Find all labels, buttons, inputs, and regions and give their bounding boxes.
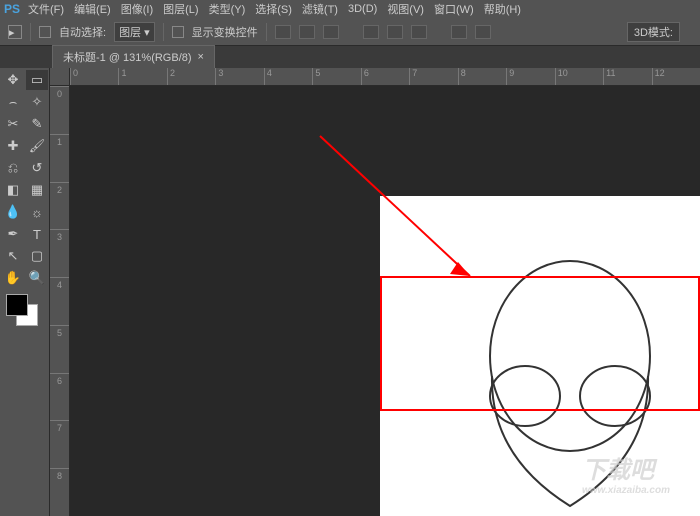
zoom-tool-icon[interactable]: 🔍: [26, 268, 48, 288]
color-swatches[interactable]: [2, 294, 46, 334]
options-bar: ▸ 自动选择: 图层 ▾ 显示变换控件: [0, 18, 700, 46]
align-hcenter-icon[interactable]: [387, 25, 403, 39]
menu-help[interactable]: 帮助(H): [484, 1, 521, 17]
marquee-tool-icon[interactable]: ▭: [26, 70, 48, 90]
document-tab-bar: 未标题-1 @ 131%(RGB/8) ×: [0, 46, 700, 68]
menu-filter[interactable]: 滤镜(T): [302, 1, 338, 17]
align-right-icon[interactable]: [411, 25, 427, 39]
annotation-arrow: [310, 126, 490, 296]
workspace: ✥ ▭ ⌢ ✧ ✂ ✎ ✚ 🖌 ⎌ ↺ ◧ ▦ 💧 ☼ ✒ T ↖ ▢ ✋ 🔍: [0, 68, 700, 516]
toolbox: ✥ ▭ ⌢ ✧ ✂ ✎ ✚ 🖌 ⎌ ↺ ◧ ▦ 💧 ☼ ✒ T ↖ ▢ ✋ 🔍: [0, 68, 50, 516]
menu-view[interactable]: 视图(V): [387, 1, 424, 17]
type-tool-icon[interactable]: T: [26, 224, 48, 244]
move-tool-icon: ▸: [8, 25, 22, 39]
foreground-color-swatch[interactable]: [6, 294, 28, 316]
show-transform-label: 显示变换控件: [192, 24, 258, 40]
app-logo: PS: [4, 2, 20, 16]
dodge-tool-icon[interactable]: ☼: [26, 202, 48, 222]
ruler-vertical[interactable]: 012345678: [50, 86, 70, 516]
crop-tool-icon[interactable]: ✂: [2, 114, 24, 134]
blur-tool-icon[interactable]: 💧: [2, 202, 24, 222]
distribute-h-icon[interactable]: [451, 25, 467, 39]
path-tool-icon[interactable]: ↖: [2, 246, 24, 266]
show-transform-checkbox[interactable]: [172, 26, 184, 38]
move-tool-icon[interactable]: ✥: [2, 70, 24, 90]
distribute-v-icon[interactable]: [475, 25, 491, 39]
align-top-icon[interactable]: [275, 25, 291, 39]
menu-bar: PS 文件(F) 编辑(E) 图像(I) 图层(L) 类型(Y) 选择(S) 滤…: [0, 0, 700, 18]
eraser-tool-icon[interactable]: ◧: [2, 180, 24, 200]
menu-window[interactable]: 窗口(W): [434, 1, 474, 17]
canvas-area: 0123456789101112 012345678: [50, 68, 700, 516]
wand-tool-icon[interactable]: ✧: [26, 92, 48, 112]
align-bottom-icon[interactable]: [323, 25, 339, 39]
menu-image[interactable]: 图像(I): [121, 1, 153, 17]
history-brush-icon[interactable]: ↺: [26, 158, 48, 178]
align-vcenter-icon[interactable]: [299, 25, 315, 39]
pen-tool-icon[interactable]: ✒: [2, 224, 24, 244]
auto-select-label: 自动选择:: [59, 24, 106, 40]
separator: [30, 23, 31, 41]
menu-3d[interactable]: 3D(D): [348, 3, 377, 15]
separator: [163, 23, 164, 41]
watermark: 下载吧 www.xiazaiba.com: [582, 450, 670, 496]
annotation-rectangle: [380, 276, 700, 411]
menu-type[interactable]: 类型(Y): [209, 1, 246, 17]
heal-tool-icon[interactable]: ✚: [2, 136, 24, 156]
auto-select-checkbox[interactable]: [39, 26, 51, 38]
eyedropper-tool-icon[interactable]: ✎: [26, 114, 48, 134]
auto-select-dropdown[interactable]: 图层 ▾: [114, 22, 155, 42]
shape-tool-icon[interactable]: ▢: [26, 246, 48, 266]
align-left-icon[interactable]: [363, 25, 379, 39]
mode3d-dropdown[interactable]: 3D模式:: [627, 22, 680, 42]
stamp-tool-icon[interactable]: ⎌: [2, 158, 24, 178]
document-tab[interactable]: 未标题-1 @ 131%(RGB/8) ×: [52, 45, 215, 68]
menu-layer[interactable]: 图层(L): [163, 1, 198, 17]
separator: [266, 23, 267, 41]
menu-select[interactable]: 选择(S): [255, 1, 292, 17]
brush-tool-icon[interactable]: 🖌: [26, 136, 48, 156]
ruler-horizontal[interactable]: 0123456789101112: [70, 68, 700, 86]
ruler-corner: [50, 68, 70, 86]
close-icon[interactable]: ×: [198, 51, 204, 63]
menu-edit[interactable]: 编辑(E): [74, 1, 111, 17]
menu-file[interactable]: 文件(F): [28, 1, 64, 17]
lasso-tool-icon[interactable]: ⌢: [2, 92, 24, 112]
document-tab-title: 未标题-1 @ 131%(RGB/8): [63, 49, 192, 65]
gradient-tool-icon[interactable]: ▦: [26, 180, 48, 200]
hand-tool-icon[interactable]: ✋: [2, 268, 24, 288]
